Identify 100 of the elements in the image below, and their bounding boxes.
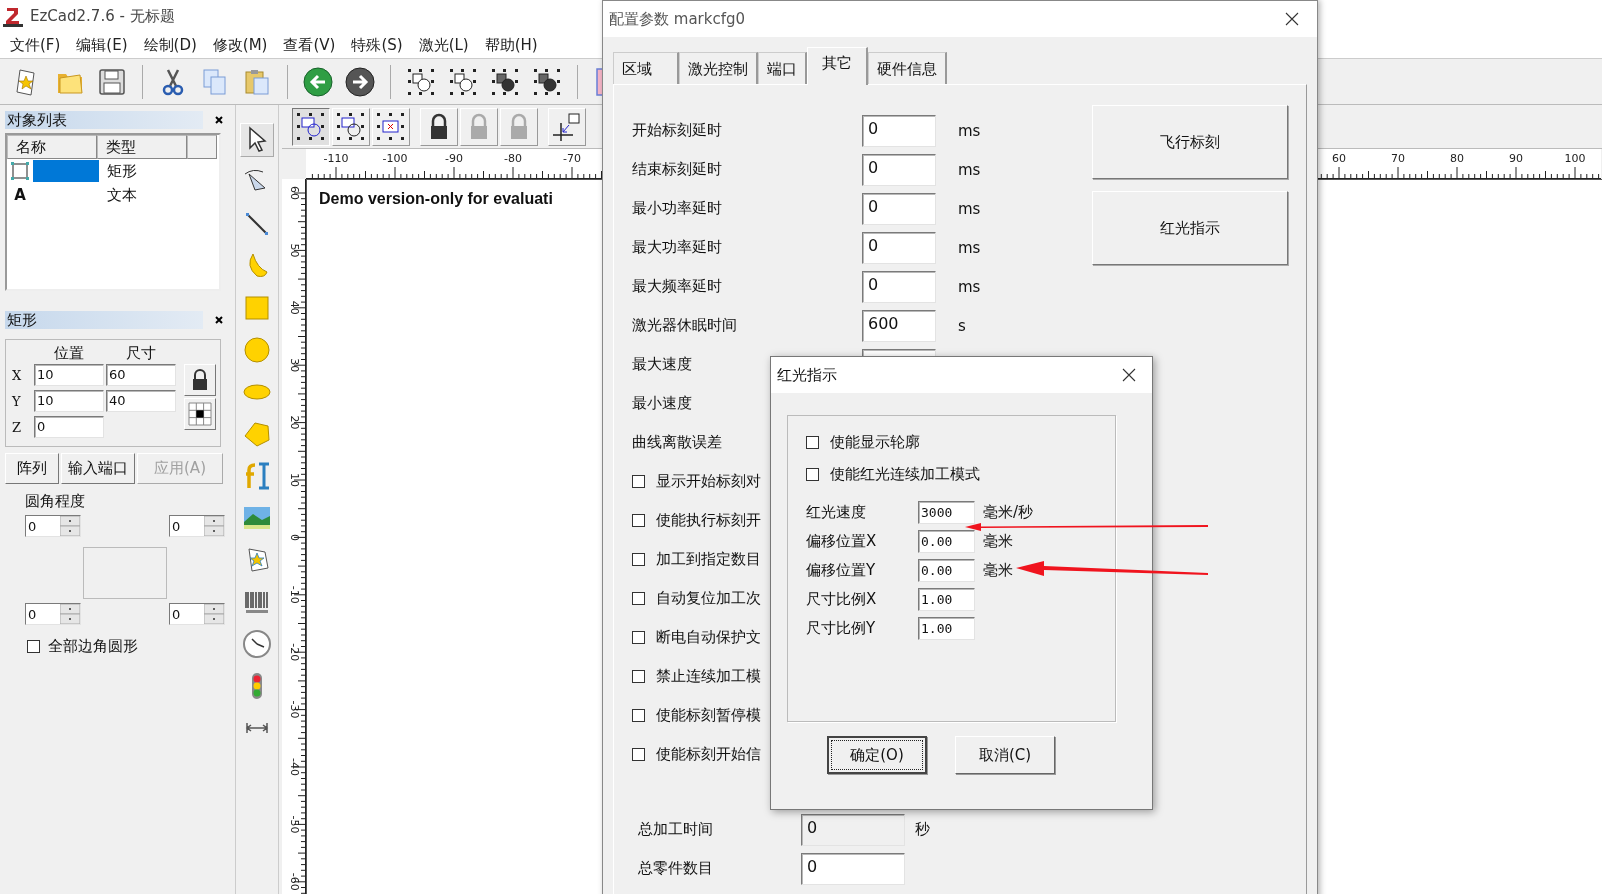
- dialog-button[interactable]: 取消(C): [955, 736, 1055, 774]
- axis-label: Y: [12, 393, 22, 409]
- checkbox-label: 使能显示轮廓: [830, 432, 920, 452]
- menu-item[interactable]: 文件(F): [2, 35, 69, 55]
- ruler-label: -20: [288, 643, 301, 662]
- close-icon[interactable]: [214, 315, 224, 325]
- input-field[interactable]: 3000: [918, 501, 975, 524]
- input-field[interactable]: 60: [106, 364, 176, 386]
- input-field[interactable]: 0: [862, 192, 936, 225]
- padlock-icon[interactable]: [190, 369, 210, 391]
- axis-label: X: [12, 367, 23, 383]
- checkbox[interactable]: [632, 514, 645, 527]
- input-field[interactable]: 1.00: [918, 588, 975, 611]
- menu-item[interactable]: 特殊(S): [343, 35, 411, 55]
- checkbox[interactable]: [632, 553, 645, 566]
- table-cell-text: 文本: [106, 185, 137, 205]
- lock-button[interactable]: [184, 364, 216, 396]
- ruler-label: -80: [504, 152, 522, 165]
- checkbox[interactable]: [632, 709, 645, 722]
- input-field[interactable]: 0: [801, 852, 905, 885]
- close-icon[interactable]: [214, 115, 224, 125]
- ruler-label: -40: [288, 758, 301, 776]
- tab[interactable]: 硬件信息: [868, 52, 947, 84]
- field-label: 尺寸比例Y: [806, 619, 877, 638]
- text-object-icon: A: [14, 186, 26, 204]
- input-field[interactable]: 0: [862, 153, 936, 186]
- dialog-button[interactable]: 确定(O): [827, 736, 927, 774]
- input-field[interactable]: 1.00: [918, 617, 975, 640]
- menu-item[interactable]: 编辑(E): [68, 35, 136, 55]
- checkbox[interactable]: [27, 640, 40, 653]
- field-label: 尺寸比例X: [806, 590, 878, 609]
- checkbox-label: 显示开始标刻对: [656, 472, 761, 491]
- input-field[interactable]: 40: [106, 390, 176, 412]
- menu-item[interactable]: 修改(M): [204, 35, 276, 55]
- ruler-label: 10: [288, 473, 301, 487]
- panel-button[interactable]: 阵列: [5, 453, 59, 484]
- padlock-icon[interactable]: [420, 107, 458, 146]
- checkbox[interactable]: [632, 670, 645, 683]
- ruler-label: -70: [563, 152, 581, 165]
- ruler-label: -50: [288, 815, 301, 834]
- input-field[interactable]: 10: [34, 390, 104, 412]
- input-field[interactable]: 0: [862, 114, 936, 147]
- spin-field[interactable]: 0: [169, 515, 225, 537]
- selection-mode-icon[interactable]: [292, 107, 330, 146]
- menu-item[interactable]: 激光(L): [410, 35, 477, 55]
- panel-button[interactable]: 输入端口: [61, 453, 135, 484]
- close-icon[interactable]: [1285, 12, 1299, 26]
- dialog-button[interactable]: 飞行标刻: [1092, 105, 1288, 179]
- field-label: 结束标刻延时: [632, 160, 722, 179]
- checkbox[interactable]: [632, 631, 645, 644]
- column-header[interactable]: [187, 135, 217, 159]
- input-field[interactable]: 0: [862, 270, 936, 303]
- input-field[interactable]: 600: [862, 309, 936, 342]
- input-field[interactable]: 0.00: [918, 559, 975, 582]
- checkbox-label: 使能标刻开始信: [656, 745, 761, 764]
- checkbox[interactable]: [632, 748, 645, 761]
- field-label: 激光器休眠时间: [632, 316, 737, 335]
- input-field[interactable]: 0: [34, 416, 104, 438]
- spin-field[interactable]: 0: [25, 603, 81, 625]
- input-field[interactable]: 0.00: [918, 530, 975, 553]
- checkbox[interactable]: [632, 592, 645, 605]
- ruler-label: -30: [288, 700, 301, 719]
- app-logo-icon: [2, 5, 24, 27]
- unit-label: ms: [958, 199, 981, 218]
- input-field[interactable]: 0: [862, 231, 936, 264]
- selected-name-cell[interactable]: [33, 160, 99, 182]
- close-icon[interactable]: [1122, 368, 1136, 382]
- tab[interactable]: 激光控制: [679, 52, 758, 84]
- checkbox-label: 使能标刻暂停模: [656, 706, 761, 725]
- pointer-icon[interactable]: [240, 123, 274, 157]
- menu-item[interactable]: 查看(V): [275, 35, 344, 55]
- input-field[interactable]: 10: [34, 364, 104, 386]
- column-header[interactable]: 名称: [7, 135, 97, 159]
- column-header[interactable]: 类型: [97, 135, 187, 159]
- checkbox[interactable]: [806, 435, 819, 449]
- field-label: 最大速度: [632, 355, 692, 374]
- unit-label: ms: [958, 121, 981, 140]
- clock-icon[interactable]: [240, 627, 274, 661]
- checkbox[interactable]: [806, 467, 819, 481]
- spin-field[interactable]: 0: [169, 603, 225, 625]
- field-label: 最小功率延时: [632, 199, 722, 218]
- checkbox-label: 自动复位加工次: [656, 589, 761, 608]
- unit-label: s: [958, 316, 966, 335]
- checkbox[interactable]: [632, 475, 645, 488]
- unit-label: 毫米: [983, 561, 1013, 580]
- origin-icon[interactable]: [548, 107, 586, 146]
- spin-field[interactable]: 0: [25, 515, 81, 537]
- ruler-label: 30: [288, 358, 301, 373]
- ruler-label: -90: [445, 152, 463, 165]
- field-label: 总加工时间: [638, 820, 714, 839]
- field-label: 总零件数目: [638, 859, 714, 878]
- ruler-label: -10: [288, 585, 301, 604]
- tab[interactable]: 区域: [613, 52, 679, 84]
- checkbox-label: 使能执行标刻开: [656, 511, 761, 530]
- dialog-title: 配置参数 markcfg0: [609, 9, 746, 29]
- tab[interactable]: 其它: [807, 47, 868, 85]
- menu-item[interactable]: 绘制(D): [135, 35, 205, 55]
- panel-title: 矩形: [5, 311, 203, 329]
- menu-item[interactable]: 帮助(H): [476, 35, 546, 55]
- dialog-button[interactable]: 红光指示: [1092, 191, 1288, 265]
